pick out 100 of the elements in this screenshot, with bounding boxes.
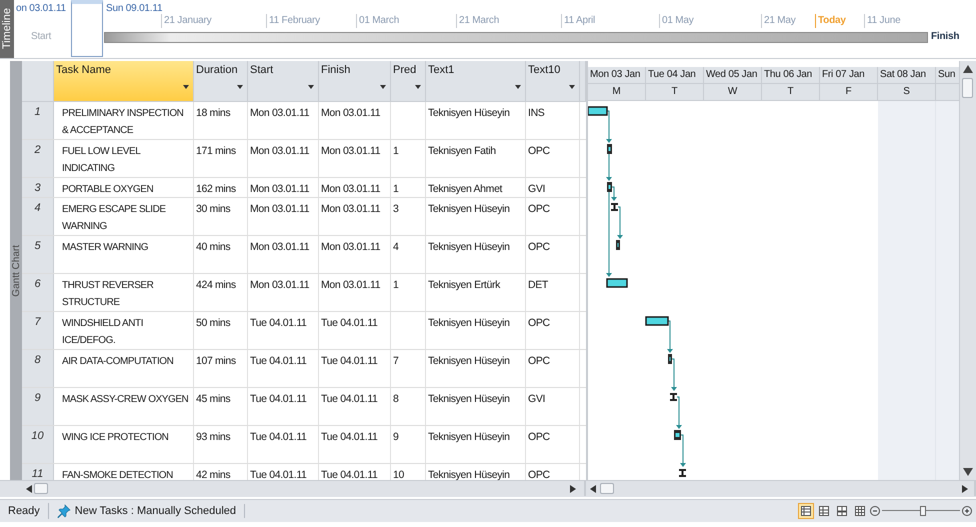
scroll-left-icon[interactable] — [26, 485, 32, 493]
start-date: Tue 04.01.11 — [250, 317, 307, 329]
task-bar[interactable] — [670, 393, 677, 401]
column-header[interactable]: Task Name — [54, 61, 194, 101]
task-bar[interactable] — [611, 203, 618, 211]
timeline-date: 21 May — [764, 15, 796, 26]
zoom-out-button[interactable] — [870, 506, 880, 516]
duration-cell: 42 mins — [196, 469, 230, 480]
caret-icon[interactable] — [515, 85, 521, 89]
task-bar[interactable] — [668, 354, 672, 364]
finish-date: Mon 03.01.11 — [321, 279, 380, 291]
predecessor-cell: 1 — [393, 279, 398, 291]
scroll-up-icon[interactable] — [963, 65, 973, 73]
row-number: 7 — [34, 316, 41, 328]
view-button[interactable] — [816, 503, 832, 519]
scroll-thumb[interactable] — [962, 78, 973, 98]
duration-cell: 107 mins — [196, 355, 236, 367]
start-date: Tue 04.01.11 — [250, 355, 307, 367]
row-number: 2 — [34, 144, 41, 156]
row-number: 1 — [34, 106, 41, 118]
predecessor-cell: 1 — [393, 183, 398, 195]
timeline-date: 21 January — [164, 15, 212, 26]
code-cell: OPC — [528, 355, 550, 367]
start-date: Tue 04.01.11 — [250, 431, 307, 443]
code-cell: DET — [528, 279, 548, 291]
view-icon — [855, 506, 865, 516]
code-cell: OPC — [528, 317, 550, 329]
task-name: WINDSHIELD ANTI ICE/DEFOG. — [62, 318, 144, 346]
task-bar[interactable] — [588, 106, 608, 116]
timeline-tab[interactable]: Timeline — [0, 0, 14, 58]
timeline-date: 21 March — [459, 15, 500, 26]
dependency-arrow — [606, 110, 612, 143]
technician-cell: Teknisyen Hüseyin — [428, 107, 510, 119]
scroll-thumb[interactable] — [600, 483, 614, 494]
start-label: Start — [31, 31, 52, 42]
dependency-arrow — [676, 396, 682, 429]
task-bar[interactable] — [679, 469, 686, 477]
task-name: FAN-SMOKE DETECTION — [62, 470, 173, 480]
zoom-thumb[interactable] — [920, 506, 926, 516]
range-end-date: Sun 09.01.11 — [106, 3, 162, 14]
technician-cell: Teknisyen Hüseyin — [428, 317, 510, 329]
vertical-scrollbar[interactable] — [959, 61, 976, 480]
view-bar[interactable]: Gantt Chart — [10, 61, 22, 480]
technician-cell: Teknisyen Hüseyin — [428, 469, 510, 480]
task-name: THRUST REVERSER STRUCTURE — [62, 280, 154, 308]
scroll-left-icon[interactable] — [590, 485, 596, 493]
finish-date: Mon 03.01.11 — [321, 145, 380, 157]
task-bar[interactable] — [674, 430, 681, 440]
column-header[interactable]: Finish — [319, 61, 391, 101]
technician-cell: Teknisyen Hüseyin — [428, 241, 510, 253]
caret-icon[interactable] — [308, 85, 314, 89]
column-header[interactable]: Start — [248, 61, 319, 101]
zoom-in-button[interactable] — [962, 506, 972, 516]
timeline-date: 11 April — [564, 15, 596, 26]
view-button[interactable] — [852, 503, 868, 519]
timeline-date: 11 June — [867, 15, 900, 26]
duration-cell: 162 mins — [196, 183, 236, 195]
technician-cell: Teknisyen Ertürk — [428, 279, 500, 291]
task-mode-button[interactable]: New Tasks : Manually Scheduled — [48, 504, 246, 518]
technician-cell: Teknisyen Hüseyin — [428, 203, 510, 215]
code-cell: GVI — [528, 393, 546, 405]
finish-date: Tue 04.01.11 — [321, 393, 378, 405]
task-name: MASTER WARNING — [62, 242, 148, 253]
code-cell: OPC — [528, 241, 550, 253]
task-name: WING ICE PROTECTION — [62, 432, 168, 443]
day-header: Tue 04 Jan — [646, 67, 704, 84]
weekday-letter: M — [588, 84, 646, 101]
column-header[interactable]: Duration — [194, 61, 248, 101]
caret-icon[interactable] — [415, 85, 421, 89]
column-header[interactable]: Text1 — [426, 61, 526, 101]
predecessor-cell: 8 — [393, 393, 398, 405]
task-bar[interactable] — [616, 240, 620, 250]
column-header[interactable]: Text10 — [526, 61, 580, 101]
caret-icon[interactable] — [237, 85, 243, 89]
scroll-down-icon[interactable] — [963, 468, 973, 476]
view-button[interactable] — [798, 503, 814, 519]
finish-date: Tue 04.01.11 — [321, 355, 378, 367]
scroll-thumb[interactable] — [34, 483, 48, 494]
caret-icon[interactable] — [569, 85, 575, 89]
scroll-right-icon[interactable] — [962, 485, 968, 493]
code-cell: OPC — [528, 203, 550, 215]
status-text: Ready — [0, 503, 49, 519]
day-header: Wed 05 Jan — [704, 67, 762, 84]
task-bar[interactable] — [645, 316, 669, 326]
column-header[interactable]: Pred — [391, 61, 426, 101]
view-button[interactable] — [834, 503, 850, 519]
caret-icon[interactable] — [183, 85, 189, 89]
row-number: 5 — [34, 240, 41, 252]
code-cell: GVI — [528, 183, 546, 195]
technician-cell: Teknisyen Ahmet — [428, 183, 502, 195]
weekday-letter: W — [704, 84, 762, 101]
task-bar[interactable] — [606, 278, 628, 288]
predecessor-cell: 7 — [393, 355, 398, 367]
caret-icon[interactable] — [380, 85, 386, 89]
dependency-arrow — [680, 434, 686, 467]
finish-date: Tue 04.01.11 — [321, 431, 378, 443]
dependency-arrow — [667, 320, 673, 353]
scroll-right-icon[interactable] — [570, 485, 576, 493]
task-bar[interactable] — [607, 144, 612, 154]
task-bar[interactable] — [607, 182, 612, 192]
